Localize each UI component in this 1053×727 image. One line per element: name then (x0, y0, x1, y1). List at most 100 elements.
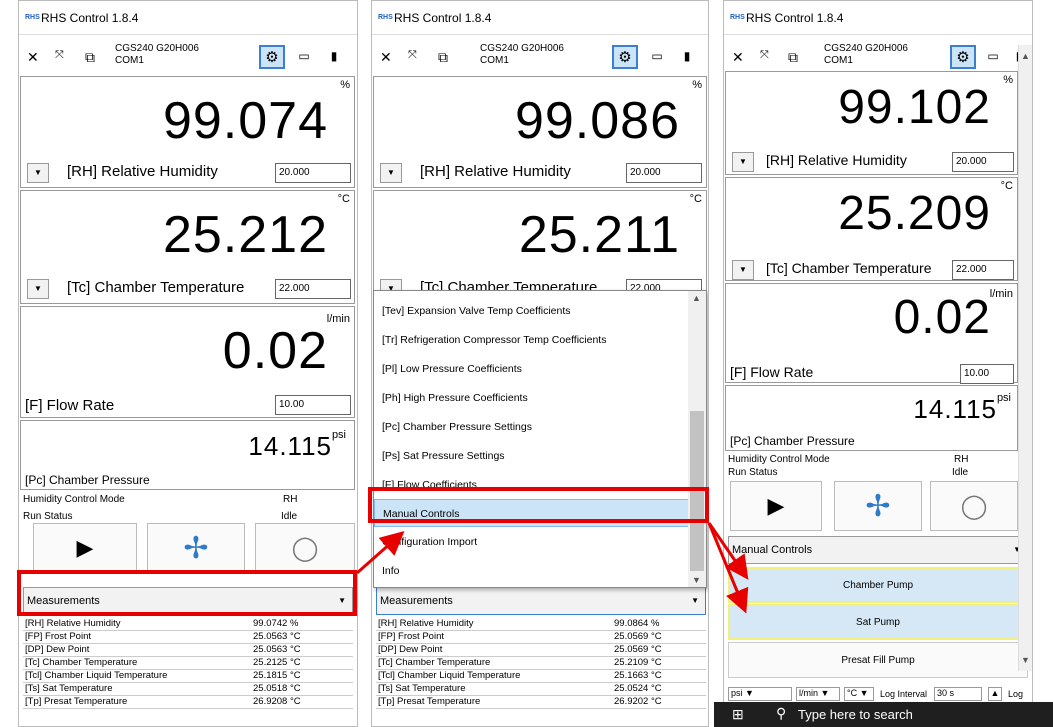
windows-start-icon[interactable]: ⊞ (732, 706, 744, 723)
collapse-icon[interactable]: ⤧ (408, 49, 417, 62)
tc-setpoint-input[interactable]: 22.000 (275, 279, 351, 299)
tc-unit: °C (689, 193, 702, 205)
device-info: CGS240 G20H006 COM1 (480, 43, 564, 67)
popout-icon[interactable]: ⧉ (438, 49, 448, 66)
rh-dropdown-button[interactable]: ▼ (732, 152, 754, 172)
chevron-down-icon: ▼ (691, 596, 699, 605)
collapse-icon[interactable]: ⤧ (760, 49, 769, 62)
settings-gear-icon[interactable]: ⚙ (612, 45, 638, 69)
sat-pump-button[interactable]: Sat Pump (728, 604, 1028, 640)
view-select[interactable]: Measurements ▼ (376, 587, 706, 615)
device-info: CGS240 G20H006 COM1 (115, 43, 199, 67)
log-stepper-up-icon[interactable]: ▲ (988, 687, 1002, 701)
menu-item[interactable]: [Ph] High Pressure Coefficients (374, 384, 690, 412)
settings-gear-icon[interactable]: ⚙ (950, 45, 976, 69)
menu-item[interactable]: [Pl] Low Pressure Coefficients (374, 355, 690, 383)
measure-value: 25.0569 °C (614, 644, 662, 655)
view-select-value: Measurements (380, 595, 453, 607)
temp-unit-select[interactable]: °C ▼ (844, 687, 874, 701)
start-button[interactable]: ▶ (33, 523, 137, 573)
flow-setpoint-input[interactable]: 10.00 (960, 364, 1014, 384)
mode-value: RH (954, 454, 969, 465)
measure-name: [DP] Dew Point (378, 644, 443, 655)
run-status-value: Idle (281, 511, 298, 522)
mode-label: Humidity Control Mode (728, 454, 830, 465)
play-icon: ▶ (767, 493, 785, 518)
flow-setpoint-input[interactable]: 10.00 (275, 395, 351, 415)
presat-fill-pump-button[interactable]: Presat Fill Pump (728, 642, 1028, 678)
pressure-unit-select[interactable]: psi ▼ (728, 687, 792, 701)
menu-item[interactable]: [Pc] Chamber Pressure Settings (374, 413, 690, 441)
menu-item[interactable]: [Ps] Sat Pressure Settings (374, 442, 690, 470)
light-button[interactable]: ◯ (255, 523, 355, 573)
rh-setpoint-input[interactable]: 20.000 (626, 163, 702, 183)
scroll-up-icon[interactable]: ▲ (692, 293, 701, 303)
log-button[interactable]: Log (1008, 689, 1023, 699)
measure-name: [Tcl] Chamber Liquid Temperature (378, 670, 521, 681)
menu-item[interactable]: Configuration Import (374, 528, 690, 556)
tc-unit: °C (1000, 180, 1013, 192)
light-button[interactable]: ◯ (930, 481, 1018, 531)
fan-button[interactable]: ✢ (147, 523, 245, 573)
console-icon[interactable]: ▭ (291, 45, 317, 69)
rh-setpoint-input[interactable]: 20.000 (275, 163, 351, 183)
highlight-box-measurements (17, 570, 357, 616)
menu-item[interactable]: [Tev] Expansion Valve Temp Coefficients (374, 297, 690, 325)
collapse-icon[interactable]: ⤧ (55, 49, 64, 62)
tc-value: 25.211 (518, 206, 680, 264)
measure-value: 25.2125 °C (253, 657, 301, 668)
window-title: RHS Control 1.8.4 (746, 10, 844, 25)
table-row: [Tp] Presat Temperature 26.9202 °C (376, 696, 706, 709)
settings-gear-icon[interactable]: ⚙ (259, 45, 285, 69)
device-name: CGS240 G20H006 (824, 43, 908, 54)
rh-dropdown-button[interactable]: ▼ (27, 163, 49, 183)
menu-scrollbar[interactable]: ▲ ▼ (688, 291, 706, 587)
chamber-pump-button[interactable]: Chamber Pump (728, 567, 1028, 603)
console-icon[interactable]: ▭ (980, 45, 1006, 69)
measure-name: [Tcl] Chamber Liquid Temperature (25, 670, 168, 681)
popout-icon[interactable]: ⧉ (788, 49, 798, 66)
menu-item[interactable]: Info (374, 557, 690, 585)
measure-name: [Tp] Presat Temperature (25, 696, 128, 707)
rh-dropdown-button[interactable]: ▼ (380, 163, 402, 183)
taskbar-search-input[interactable]: Type here to search (798, 707, 913, 722)
lightbulb-icon: ◯ (291, 534, 319, 562)
fan-icon: ✢ (183, 531, 209, 565)
scroll-up-icon[interactable]: ▲ (1021, 51, 1030, 61)
tc-panel: °C 25.212 ▼ [Tc] Chamber Temperature 22.… (20, 190, 355, 304)
scroll-down-icon[interactable]: ▼ (692, 575, 701, 585)
tc-setpoint-input[interactable]: 22.000 (952, 260, 1014, 280)
run-status-label: Run Status (728, 467, 778, 478)
measure-value: 26.9208 °C (253, 696, 301, 707)
app-window-3: RHS RHS Control 1.8.4 ✕ ⤧ ⧉ CGS240 G20H0… (723, 0, 1033, 727)
device-name: CGS240 G20H006 (115, 43, 199, 54)
flow-unit-select[interactable]: l/min ▼ (796, 687, 840, 701)
tc-dropdown-button[interactable]: ▼ (27, 279, 49, 299)
temp-unit-value: °C (847, 688, 858, 698)
battery-icon[interactable]: ▮ (674, 45, 700, 69)
measure-value: 25.0518 °C (253, 683, 301, 694)
close-icon[interactable]: ✕ (380, 49, 392, 66)
popout-icon[interactable]: ⧉ (85, 49, 95, 66)
rh-value: 99.074 (162, 92, 328, 150)
menu-item[interactable]: [Tr] Refrigeration Compressor Temp Coeff… (374, 326, 690, 354)
view-select[interactable]: Manual Controls ▼ (728, 536, 1028, 564)
rh-unit: % (1003, 74, 1013, 86)
start-button[interactable]: ▶ (730, 481, 822, 531)
table-row: [Tc] Chamber Temperature 25.2109 °C (376, 657, 706, 670)
measure-name: [RH] Relative Humidity (25, 618, 121, 629)
pc-label: [Pc] Chamber Pressure (25, 473, 150, 487)
measure-name: [Tc] Chamber Temperature (25, 657, 138, 668)
log-interval-select[interactable]: 30 s (934, 687, 982, 701)
tc-dropdown-button[interactable]: ▼ (732, 260, 754, 280)
console-icon[interactable]: ▭ (644, 45, 670, 69)
close-icon[interactable]: ✕ (27, 49, 39, 66)
close-icon[interactable]: ✕ (732, 49, 744, 66)
fan-button[interactable]: ✢ (834, 481, 922, 531)
window-scrollbar[interactable]: ▲ ▼ (1018, 45, 1032, 671)
scroll-down-icon[interactable]: ▼ (1021, 655, 1030, 665)
battery-icon[interactable]: ▮ (321, 45, 347, 69)
rh-setpoint-input[interactable]: 20.000 (952, 152, 1014, 172)
search-icon[interactable]: ⚲ (776, 705, 786, 722)
title-bar: RHS RHS Control 1.8.4 (372, 1, 708, 35)
